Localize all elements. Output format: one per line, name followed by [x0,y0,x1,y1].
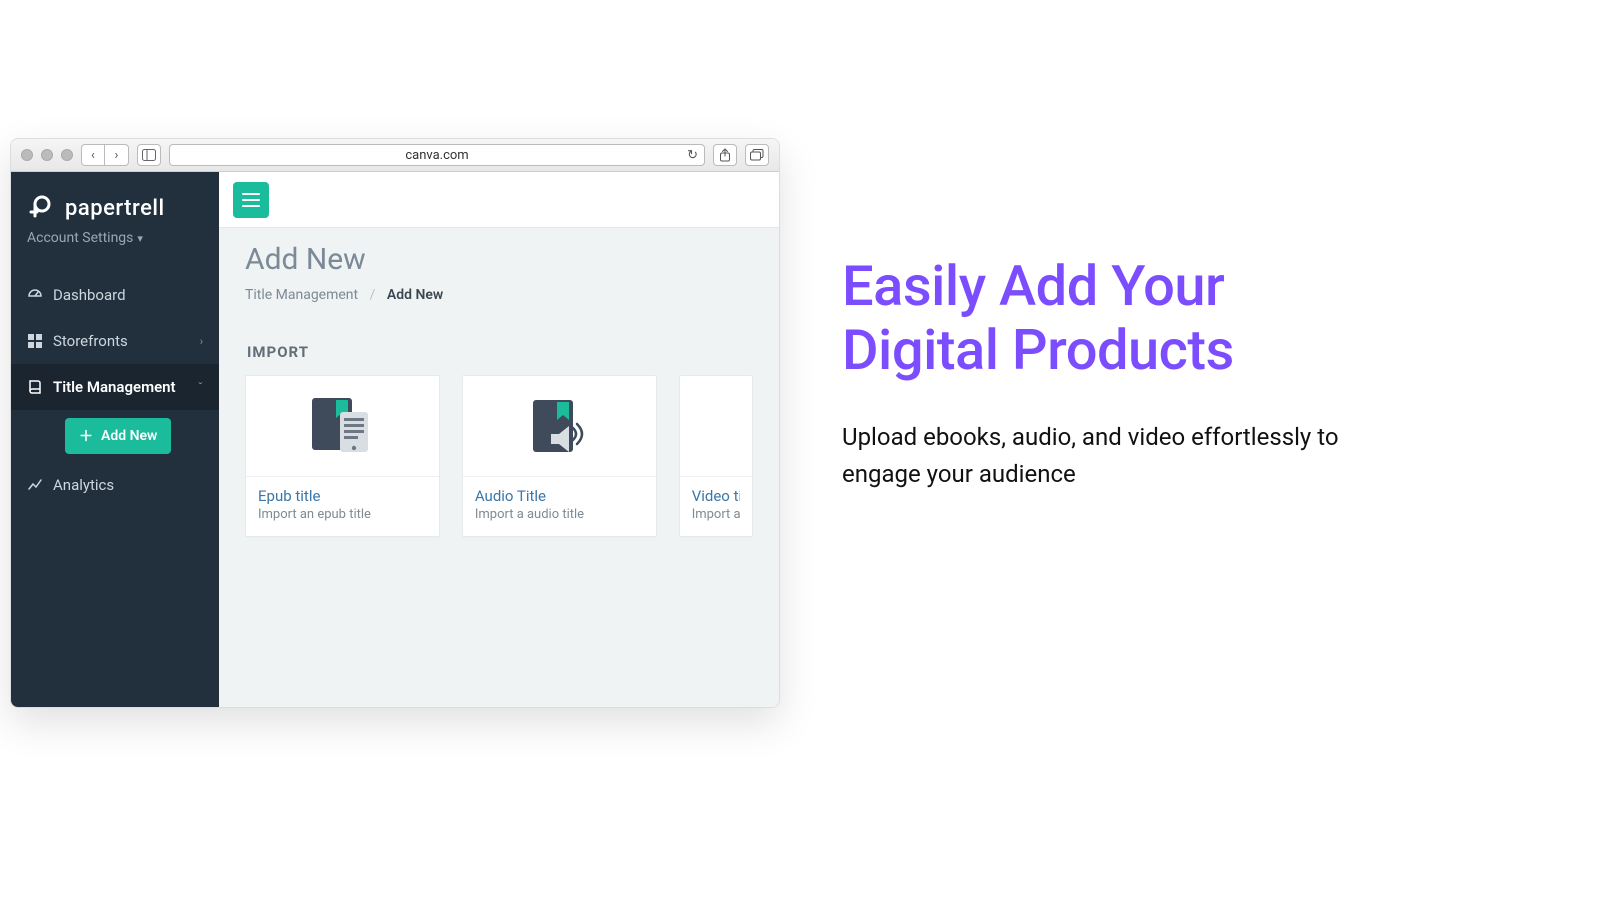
import-cards: Epub title Import an epub title [245,375,753,537]
dashboard-icon [27,287,43,303]
page-title: Add New [245,242,753,277]
stage: ‹ › canva.com ↻ [0,0,1600,900]
sidebar-item-dashboard[interactable]: Dashboard [11,272,219,318]
breadcrumb: Title Management / Add New [245,287,753,303]
browser-window: ‹ › canva.com ↻ [10,138,780,708]
browser-chrome: ‹ › canva.com ↻ [11,139,779,172]
card-subtitle: Import an epub title [258,507,427,522]
sidebar-toggle-button[interactable] [137,144,161,166]
app: papertrell Account Settings Dashboard [11,172,779,707]
sidebar-item-analytics[interactable]: Analytics [11,462,219,508]
sidebar-item-label: Dashboard [53,286,126,304]
marketing-headline: Easily Add Your Digital Products [842,254,1372,383]
marketing-body: Upload ebooks, audio, and video effortle… [842,419,1372,493]
add-new-label: Add New [101,428,157,444]
sidebar-item-label: Title Management [53,378,176,396]
section-label: IMPORT [247,343,753,361]
back-button[interactable]: ‹ [81,144,105,166]
card-title: Audio Title [475,487,644,505]
sidebar-item-title-management[interactable]: Title Management ˇ [11,364,219,410]
import-card-video[interactable]: Video title Import a vi [679,375,753,537]
forward-button[interactable]: › [105,144,129,166]
chevron-down-icon: ˇ [198,381,203,394]
audio-art [463,376,656,476]
plus-icon: ＋ [79,426,93,446]
main: Add New Title Management / Add New IMPOR… [219,172,779,707]
url-bar[interactable]: canva.com ↻ [169,144,705,166]
tabs-button[interactable] [745,144,769,166]
book-icon [27,379,43,395]
brand: papertrell [11,172,219,230]
card-subtitle: Import a audio title [475,507,644,522]
minimize-dot[interactable] [41,149,53,161]
epub-art [246,376,439,476]
reload-icon[interactable]: ↻ [687,148,698,163]
breadcrumb-root[interactable]: Title Management [245,287,358,303]
sidebar-item-label: Storefronts [53,332,128,350]
chevron-right-icon: › [200,335,203,348]
sidebar-item-label: Analytics [53,476,114,494]
content: IMPORT [219,321,779,707]
share-button[interactable] [713,144,737,166]
zoom-dot[interactable] [61,149,73,161]
sidebar-nav: Dashboard Storefronts › T [11,272,219,508]
hamburger-icon [242,193,260,207]
window-controls[interactable] [21,149,73,161]
card-subtitle: Import a vi [692,507,740,522]
url-text: canva.com [405,148,468,163]
video-art [680,376,752,476]
nav-back-forward: ‹ › [81,144,129,166]
import-card-audio[interactable]: Audio Title Import a audio title [462,375,657,537]
storefronts-icon [27,333,43,349]
import-card-epub[interactable]: Epub title Import an epub title [245,375,440,537]
account-settings-label: Account Settings [27,230,133,246]
page-header: Add New Title Management / Add New [219,228,779,321]
brand-name: papertrell [65,196,165,221]
sidebar-item-storefronts[interactable]: Storefronts › [11,318,219,364]
topbar [219,172,779,228]
menu-toggle-button[interactable] [233,182,269,218]
breadcrumb-separator: / [370,287,376,303]
marketing-copy: Easily Add Your Digital Products Upload … [842,254,1372,493]
card-title: Video title [692,487,740,505]
account-settings-dropdown[interactable]: Account Settings [11,230,219,260]
sidebar: papertrell Account Settings Dashboard [11,172,219,707]
add-new-button[interactable]: ＋ Add New [65,418,171,454]
card-title: Epub title [258,487,427,505]
brand-logo-icon [27,194,55,222]
close-dot[interactable] [21,149,33,161]
analytics-icon [27,477,43,493]
breadcrumb-current: Add New [387,287,443,303]
